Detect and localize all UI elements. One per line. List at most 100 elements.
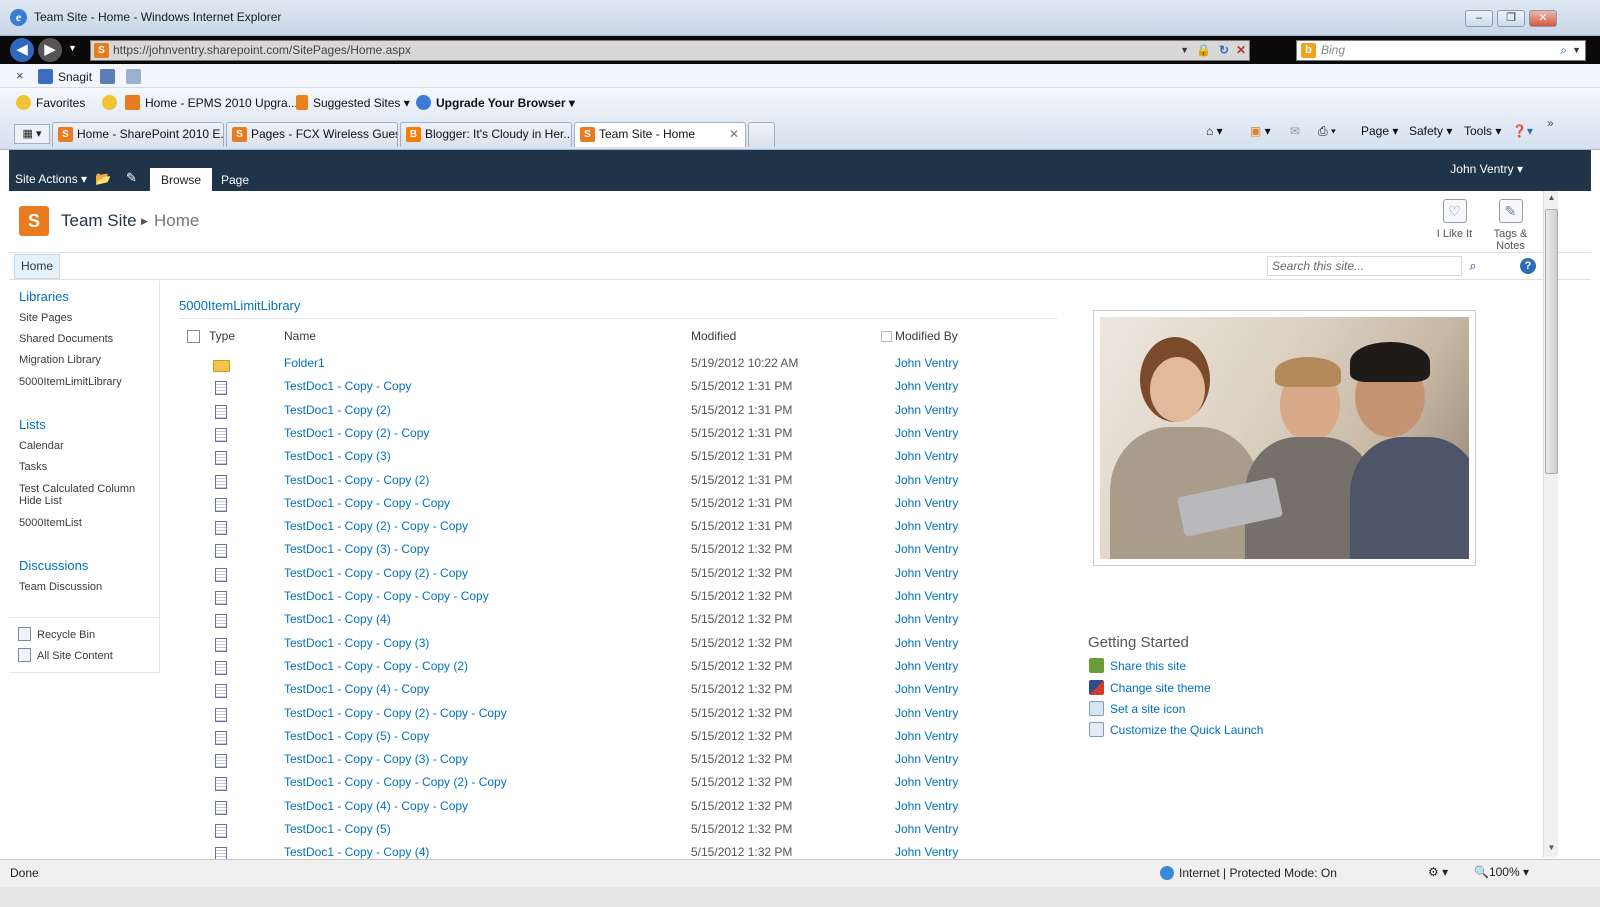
help-menu-icon[interactable]: ❓▾ [1512, 124, 1533, 138]
zoom-control[interactable]: 🔍100% ▾ [1474, 865, 1529, 879]
scroll-up-icon[interactable]: ▲ [1546, 193, 1557, 205]
tab-browse[interactable]: Browse [150, 168, 213, 191]
item-modified-by-link[interactable]: John Ventry [895, 822, 958, 836]
tab-team-site[interactable]: S Team Site - Home ✕ [574, 122, 746, 147]
table-row[interactable]: TestDoc1 - Copy (2) - Copy - Copy 5/15/20… [0, 519, 1060, 542]
maximize-button[interactable]: ❐ [1497, 10, 1525, 27]
table-row[interactable]: TestDoc1 - Copy - Copy (3) - Copy 5/15/20… [0, 752, 1060, 775]
customize-quick-launch-link[interactable]: Customize the Quick Launch [1110, 723, 1263, 737]
item-modified-by-link[interactable]: John Ventry [895, 706, 958, 720]
home-icon[interactable]: ⌂ ▾ [1206, 124, 1223, 138]
item-modified-by-link[interactable]: John Ventry [895, 542, 958, 556]
item-modified-by-link[interactable]: John Ventry [895, 356, 958, 370]
item-modified-by-link[interactable]: John Ventry [895, 589, 958, 603]
change-theme-link[interactable]: Change site theme [1110, 681, 1211, 695]
page-scrollbar[interactable]: ▲ ▼ [1543, 191, 1558, 857]
table-row[interactable]: TestDoc1 - Copy (4) - Copy - Copy 5/15/20… [0, 799, 1060, 822]
close-window-button[interactable]: ✕ [1529, 10, 1557, 27]
table-row[interactable]: TestDoc1 - Copy - Copy - Copy (2) - Copy… [0, 775, 1060, 798]
item-name-link[interactable]: TestDoc1 - Copy (2) - Copy [284, 426, 429, 440]
item-name-link[interactable]: TestDoc1 - Copy - Copy (3) - Copy [284, 752, 468, 766]
table-row[interactable]: TestDoc1 - Copy - Copy - Copy - Copy 5/15… [0, 589, 1060, 612]
item-modified-by-link[interactable]: John Ventry [895, 799, 958, 813]
site-title-link[interactable]: Team Site [61, 211, 137, 231]
item-name-link[interactable]: TestDoc1 - Copy (2) - Copy - Copy [284, 519, 468, 533]
ql-shared-documents[interactable]: Shared Documents [19, 333, 113, 345]
item-modified-by-link[interactable]: John Ventry [895, 566, 958, 580]
ql-site-pages[interactable]: Site Pages [19, 312, 72, 324]
item-name-link[interactable]: TestDoc1 - Copy (5) [284, 822, 391, 836]
search-dropdown-icon[interactable]: ▼ [1572, 41, 1581, 60]
user-menu[interactable]: John Ventry ▾ [1450, 162, 1523, 176]
table-row[interactable]: TestDoc1 - Copy (2) - Copy 5/15/2012 1:31… [0, 426, 1060, 449]
close-toolbar-icon[interactable]: × [16, 68, 24, 83]
favorites-button[interactable]: Favorites [16, 95, 85, 110]
col-type[interactable]: Type [209, 329, 235, 343]
top-nav-home[interactable]: Home [14, 254, 61, 279]
table-row[interactable]: TestDoc1 - Copy - Copy (2) - Copy - Copy… [0, 706, 1060, 729]
tools-menu[interactable]: Tools ▾ [1464, 124, 1501, 138]
item-name-link[interactable]: Folder1 [284, 356, 325, 370]
table-row[interactable]: TestDoc1 - Copy (3) - Copy 5/15/2012 1:32… [0, 542, 1060, 565]
search-input[interactable]: b Bing ⌕ ▼ [1296, 40, 1586, 61]
libraries-heading[interactable]: Libraries [19, 289, 69, 304]
select-all-checkbox[interactable] [187, 330, 200, 343]
tab-epms[interactable]: S Home - SharePoint 2010 E... [52, 122, 224, 147]
history-dropdown-icon[interactable]: ▼ [68, 43, 77, 53]
table-row[interactable]: TestDoc1 - Copy - Copy - Copy 5/15/2012 1… [0, 496, 1060, 519]
suggested-sites-button[interactable]: Suggested Sites ▾ [296, 95, 410, 110]
table-row[interactable]: TestDoc1 - Copy (5) - Copy 5/15/2012 1:32… [0, 729, 1060, 752]
search-go-icon[interactable]: ⌕ [1464, 257, 1482, 275]
mail-icon[interactable]: ✉ [1290, 124, 1300, 138]
item-modified-by-link[interactable]: John Ventry [895, 775, 958, 789]
item-modified-by-link[interactable]: John Ventry [895, 752, 958, 766]
tab-page[interactable]: Page [210, 168, 260, 191]
safety-menu[interactable]: Safety ▾ [1409, 124, 1452, 138]
item-modified-by-link[interactable]: John Ventry [895, 682, 958, 696]
item-name-link[interactable]: TestDoc1 - Copy - Copy (2) - Copy - Copy [284, 706, 507, 720]
modified-by-checkbox[interactable] [881, 331, 892, 342]
item-name-link[interactable]: TestDoc1 - Copy - Copy - Copy - Copy [284, 589, 489, 603]
table-row[interactable]: TestDoc1 - Copy - Copy - Copy (2) 5/15/20… [0, 659, 1060, 682]
share-site-link[interactable]: Share this site [1110, 659, 1186, 673]
snagit-editor-icon[interactable] [126, 69, 141, 84]
close-tab-icon[interactable]: ✕ [729, 123, 739, 146]
table-row[interactable]: TestDoc1 - Copy - Copy (3) 5/15/2012 1:32… [0, 636, 1060, 659]
refresh-icon[interactable]: ↻ [1219, 41, 1229, 60]
print-icon[interactable]: ⎙ ▾ [1318, 124, 1336, 139]
item-modified-by-link[interactable]: John Ventry [895, 659, 958, 673]
stop-icon[interactable]: ✕ [1236, 41, 1246, 60]
new-tab-button[interactable] [748, 122, 775, 147]
item-name-link[interactable]: TestDoc1 - Copy - Copy (4) [284, 845, 429, 859]
item-modified-by-link[interactable]: John Ventry [895, 473, 958, 487]
add-favorite-icon[interactable] [102, 95, 117, 110]
minimize-button[interactable]: – [1465, 10, 1493, 27]
feeds-icon[interactable]: ▣ ▾ [1250, 124, 1271, 138]
scroll-down-icon[interactable]: ▼ [1546, 843, 1557, 855]
help-icon[interactable]: ? [1520, 258, 1536, 274]
item-name-link[interactable]: TestDoc1 - Copy (4) - Copy [284, 682, 429, 696]
item-name-link[interactable]: TestDoc1 - Copy - Copy (3) [284, 636, 429, 650]
item-name-link[interactable]: TestDoc1 - Copy - Copy (2) - Copy [284, 566, 468, 580]
search-icon[interactable]: ⌕ [1560, 41, 1567, 60]
table-row[interactable]: Folder1 5/19/2012 10:22 AM John Ventry [0, 356, 1060, 379]
back-button[interactable]: ◀ [10, 38, 34, 62]
page-menu[interactable]: Page ▾ [1361, 124, 1398, 138]
navigate-up-icon[interactable]: 📂 [95, 171, 111, 187]
more-chevron-icon[interactable]: » [1547, 116, 1554, 130]
site-actions-menu[interactable]: Site Actions ▾ [15, 172, 87, 186]
item-name-link[interactable]: TestDoc1 - Copy (4) - Copy - Copy [284, 799, 468, 813]
table-row[interactable]: TestDoc1 - Copy (5) 5/15/2012 1:32 PM John… [0, 822, 1060, 845]
add-ons-icon[interactable]: ⚙ ▾ [1428, 865, 1448, 879]
col-name[interactable]: Name [284, 329, 316, 343]
item-modified-by-link[interactable]: John Ventry [895, 496, 958, 510]
security-zone[interactable]: Internet | Protected Mode: On [1160, 866, 1337, 880]
item-modified-by-link[interactable]: John Ventry [895, 612, 958, 626]
url-input[interactable]: S https://johnventry.sharepoint.com/Site… [90, 40, 1250, 61]
edit-page-icon[interactable]: ✎ [126, 170, 137, 186]
item-modified-by-link[interactable]: John Ventry [895, 729, 958, 743]
col-modified-by[interactable]: Modified By [895, 329, 958, 343]
item-modified-by-link[interactable]: John Ventry [895, 449, 958, 463]
item-name-link[interactable]: TestDoc1 - Copy (2) [284, 403, 391, 417]
favorite-link-epms[interactable]: Home - EPMS 2010 Upgra... [125, 95, 298, 110]
